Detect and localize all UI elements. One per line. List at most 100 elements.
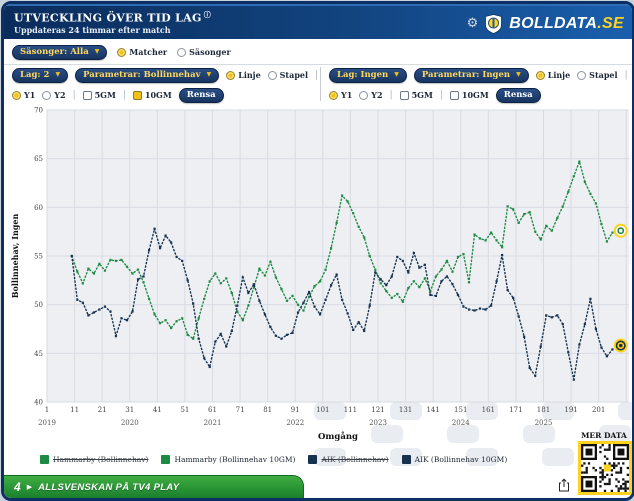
- svg-text:51: 51: [180, 406, 189, 414]
- svg-text:131: 131: [399, 406, 412, 414]
- share-icon[interactable]: [558, 478, 570, 492]
- left-radio-y2[interactable]: Y2: [42, 90, 66, 100]
- separator: |: [439, 90, 443, 100]
- separator: |: [389, 90, 393, 100]
- right-checkbox-10gm[interactable]: 10GM: [449, 90, 489, 100]
- svg-text:151: 151: [454, 406, 467, 414]
- right-radio-y2[interactable]: Y2: [359, 90, 383, 100]
- left-parameter-panel: Lag: 2 ▼ Parametrar: Bollinnehav ▼ Linje S…: [12, 66, 318, 104]
- legend-item[interactable]: Hammarby (Bollinnehav 10GM): [161, 455, 295, 464]
- right-parameter-panel: Lag: Ingen ▼ Parametrar: Ingen ▼ Linje Sta…: [329, 66, 628, 104]
- radio-icon: [117, 47, 127, 57]
- legend-item[interactable]: AIK (Bollinnehav 10GM): [401, 455, 508, 464]
- divider: [4, 64, 632, 65]
- svg-text:50: 50: [34, 301, 43, 309]
- legend-swatch: [401, 455, 411, 464]
- svg-text:181: 181: [537, 406, 550, 414]
- tv4-logo-icon: 4: [14, 480, 21, 494]
- svg-text:31: 31: [125, 406, 134, 414]
- svg-text:2020: 2020: [121, 419, 139, 427]
- seasons-dropdown[interactable]: Säsonger: Alla ▼: [12, 44, 108, 60]
- svg-text:71: 71: [236, 406, 245, 414]
- right-lag-dropdown[interactable]: Lag: Ingen ▼: [329, 67, 407, 83]
- radio-icon: [535, 70, 545, 80]
- gear-icon[interactable]: ⚙: [467, 17, 479, 30]
- radio-icon: [329, 90, 338, 100]
- radio-sasonger[interactable]: Säsonger: [177, 47, 231, 57]
- svg-text:121: 121: [371, 406, 384, 414]
- svg-text:171: 171: [509, 406, 522, 414]
- right-radio-y1[interactable]: Y1: [329, 90, 352, 100]
- legend-item[interactable]: AIK (Bollinnehav): [308, 455, 389, 464]
- svg-text:11: 11: [70, 406, 79, 414]
- svg-text:45: 45: [34, 350, 43, 358]
- left-radio-stapel[interactable]: Stapel: [267, 70, 308, 80]
- separator: |: [315, 70, 319, 80]
- left-checkbox-5gm[interactable]: 5GM: [82, 90, 116, 100]
- radio-matcher[interactable]: Matcher: [117, 47, 167, 57]
- chevron-down-icon: ▼: [206, 71, 212, 78]
- separator: |: [624, 70, 628, 80]
- svg-text:2019: 2019: [38, 419, 56, 427]
- svg-text:65: 65: [34, 155, 43, 163]
- chevron-down-icon: ▼: [94, 48, 100, 55]
- svg-text:201: 201: [592, 406, 605, 414]
- tv4-banner: 4 ▶ ALLSVENSKAN PÅ TV4 PLAY: [4, 475, 304, 498]
- svg-text:41: 41: [153, 406, 162, 414]
- app-window: UTVECKLING ÖVER TID LAG ⓘ Uppdateras 24 t…: [1, 1, 634, 501]
- svg-text:40: 40: [34, 399, 43, 407]
- left-parametrar-dropdown[interactable]: Parametrar: Bollinnehav ▼: [75, 67, 220, 83]
- checkbox-icon: [132, 90, 142, 100]
- left-lag-dropdown[interactable]: Lag: 2 ▼: [12, 67, 69, 83]
- radio-icon: [359, 90, 369, 100]
- right-rensa-button[interactable]: Rensa: [495, 87, 541, 103]
- legend-label: AIK (Bollinnehav 10GM): [414, 455, 508, 464]
- legend-label: AIK (Bollinnehav): [321, 455, 389, 464]
- svg-text:Bollinnehav, Ingen: Bollinnehav, Ingen: [10, 214, 20, 299]
- svg-text:60: 60: [34, 204, 43, 212]
- bolldata-shield-icon: [485, 13, 503, 34]
- info-icon[interactable]: ⓘ: [204, 10, 211, 19]
- legend-item[interactable]: Hammarby (Bollinnehav): [40, 455, 148, 464]
- svg-text:161: 161: [482, 406, 495, 414]
- svg-text:2023: 2023: [369, 419, 387, 427]
- chevron-down-icon: ▼: [55, 71, 61, 78]
- svg-text:81: 81: [263, 406, 272, 414]
- legend-swatch: [40, 455, 49, 464]
- page-title: UTVECKLING ÖVER TID LAG ⓘ: [14, 10, 212, 25]
- legend-label: Hammarby (Bollinnehav 10GM): [174, 455, 296, 464]
- divider: [320, 67, 321, 101]
- page-subtitle: Uppdateras 24 timmar efter match: [14, 25, 171, 35]
- svg-text:101: 101: [316, 406, 329, 414]
- svg-text:Omgång: Omgång: [318, 430, 358, 442]
- radio-icon: [577, 70, 587, 80]
- right-checkbox-5gm[interactable]: 5GM: [399, 90, 433, 100]
- legend-label: Hammarby (Bollinnehav): [53, 455, 149, 464]
- radio-icon: [226, 70, 236, 80]
- radio-icon: [42, 90, 52, 100]
- left-rensa-button[interactable]: Rensa: [178, 87, 224, 103]
- header-bar: UTVECKLING ÖVER TID LAG ⓘ Uppdateras 24 t…: [4, 4, 632, 39]
- svg-text:61: 61: [208, 406, 217, 414]
- svg-text:2022: 2022: [286, 419, 304, 427]
- radio-icon: [267, 70, 277, 80]
- left-checkbox-10gm[interactable]: 10GM: [132, 90, 172, 100]
- banner-text: ALLSVENSKAN PÅ TV4 PLAY: [38, 481, 180, 493]
- checkbox-icon: [399, 90, 409, 100]
- svg-text:2024: 2024: [452, 419, 470, 427]
- svg-text:1: 1: [45, 406, 49, 414]
- left-radio-y1[interactable]: Y1: [12, 90, 35, 100]
- filter-controls: Säsonger: Alla ▼ Matcher Säsonger Lag: 2 ▼…: [4, 39, 632, 103]
- right-radio-stapel[interactable]: Stapel: [577, 70, 618, 80]
- legend-swatch: [161, 455, 171, 464]
- qr-code: [578, 441, 632, 495]
- chevron-down-icon: ▼: [394, 71, 399, 78]
- right-radio-linje[interactable]: Linje: [535, 70, 570, 80]
- mer-data-label: MER DATA: [581, 431, 627, 440]
- svg-text:21: 21: [98, 406, 107, 414]
- checkbox-icon: [449, 90, 459, 100]
- svg-text:141: 141: [426, 406, 439, 414]
- right-parametrar-dropdown[interactable]: Parametrar: Ingen ▼: [413, 67, 529, 83]
- brand-logo: BOLLDATA.SE: [509, 14, 624, 32]
- left-radio-linje[interactable]: Linje: [226, 70, 261, 80]
